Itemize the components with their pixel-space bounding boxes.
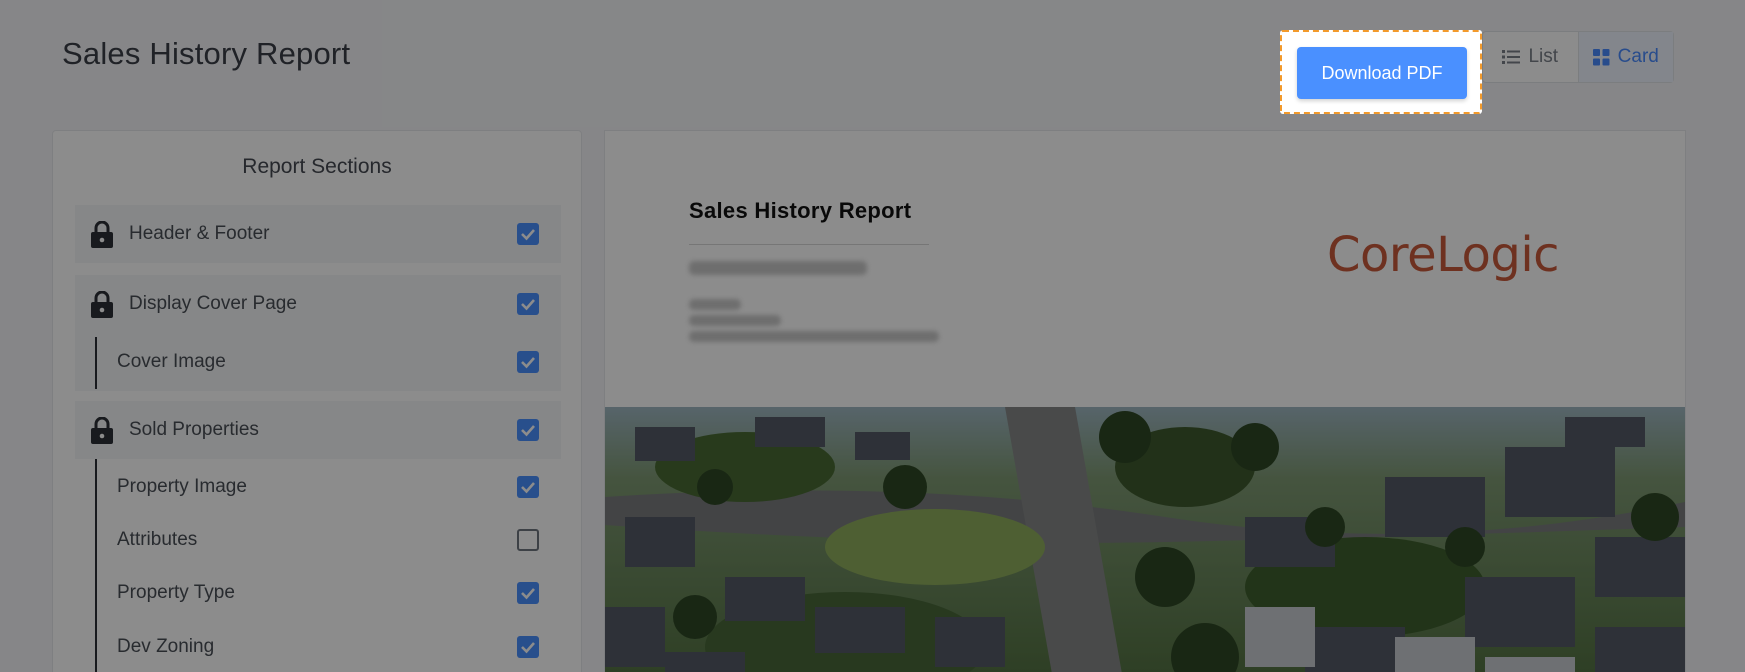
indent-line: [95, 337, 97, 389]
section-label: Property Image: [117, 476, 247, 497]
blurred-text: [689, 331, 939, 342]
title-divider: [689, 244, 929, 245]
lock-icon: [91, 416, 113, 444]
lock-icon: [91, 220, 113, 248]
subsection-property-image[interactable]: Property Image: [75, 461, 561, 513]
blurred-text: [689, 261, 867, 275]
section-label: Attributes: [117, 529, 198, 550]
section-checkbox[interactable]: [517, 582, 539, 604]
check-icon: [521, 357, 535, 369]
list-view-button[interactable]: List: [1483, 32, 1578, 82]
check-icon: [521, 229, 535, 241]
card-view-label: Card: [1617, 46, 1659, 67]
section-checkbox[interactable]: [517, 476, 539, 498]
sections-title: Report Sections: [242, 155, 392, 178]
section-checkbox[interactable]: [517, 636, 539, 658]
list-icon: [1502, 50, 1521, 64]
section-sold-properties[interactable]: Sold Properties: [75, 401, 561, 459]
section-checkbox[interactable]: [517, 293, 539, 315]
corelogic-logo: CoreLogic: [1327, 227, 1560, 283]
page-title: Sales History Report: [62, 36, 351, 71]
report-sections-panel: Report Sections Header & Footer Display …: [52, 130, 582, 672]
section-label: Cover Image: [117, 351, 226, 372]
section-checkbox[interactable]: [517, 351, 539, 373]
section-checkbox[interactable]: [517, 223, 539, 245]
section-display-cover-page[interactable]: Display Cover Page: [75, 275, 561, 333]
section-checkbox[interactable]: [517, 529, 539, 551]
download-highlight: Download PDF: [1280, 30, 1482, 114]
cover-image: [605, 407, 1685, 672]
section-label: Header & Footer: [129, 223, 270, 244]
section-label: Dev Zoning: [117, 636, 215, 657]
check-icon: [521, 299, 535, 311]
section-label: Display Cover Page: [129, 293, 297, 314]
suburb-aerial-photo: [605, 407, 1685, 672]
section-label: Sold Properties: [129, 419, 259, 440]
list-view-label: List: [1528, 46, 1559, 67]
subsection-cover-image[interactable]: Cover Image: [75, 333, 561, 391]
report-preview-title: Sales History Report: [689, 198, 912, 223]
view-toggle: List Card: [1482, 31, 1674, 83]
section-checkbox[interactable]: [517, 419, 539, 441]
grid-icon: [1592, 48, 1610, 65]
check-icon: [521, 588, 535, 600]
card-view-button[interactable]: Card: [1577, 32, 1673, 82]
download-pdf-button[interactable]: Download PDF: [1297, 47, 1467, 99]
section-header-footer[interactable]: Header & Footer: [75, 205, 561, 263]
blurred-text: [689, 315, 781, 326]
report-preview-panel: Sales History Report CoreLogic: [604, 130, 1686, 672]
subsection-dev-zoning[interactable]: Dev Zoning: [75, 621, 561, 672]
subsection-property-type[interactable]: Property Type: [75, 567, 561, 619]
check-icon: [521, 482, 535, 494]
subsection-attributes[interactable]: Attributes: [75, 514, 561, 566]
section-label: Property Type: [117, 582, 235, 603]
blurred-text: [689, 299, 741, 310]
check-icon: [521, 642, 535, 654]
check-icon: [521, 425, 535, 437]
lock-icon: [91, 290, 113, 318]
